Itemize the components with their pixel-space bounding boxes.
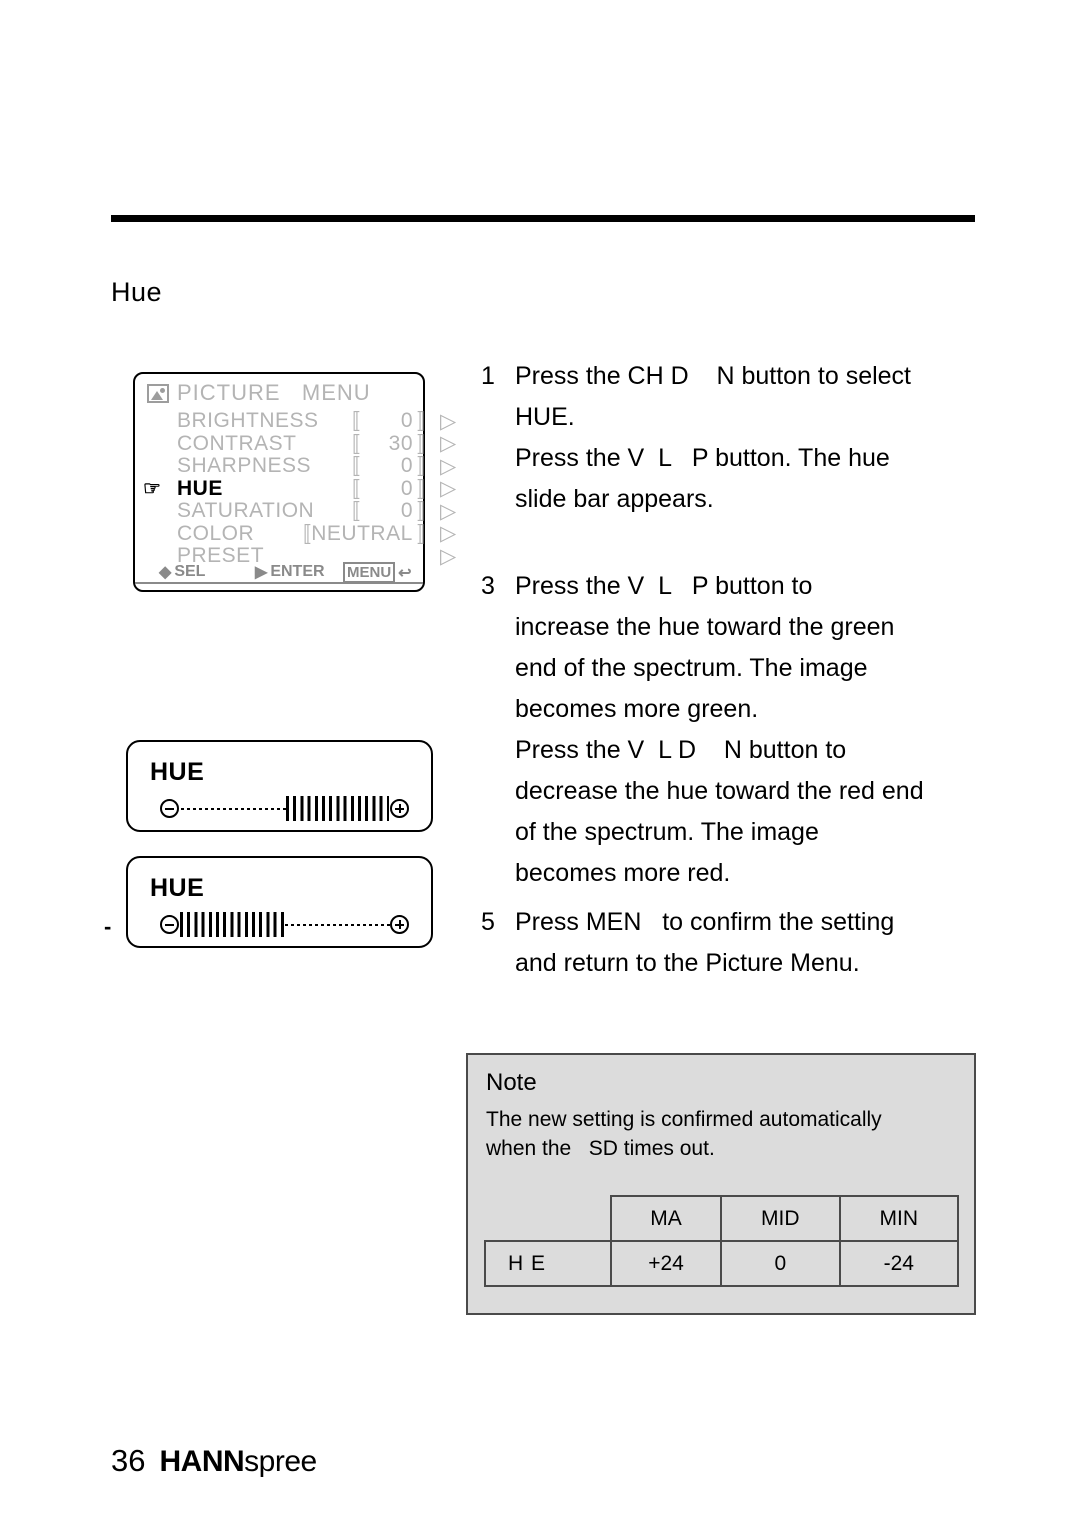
- osd-label: SHARPNESS: [177, 454, 312, 478]
- table-cell-min: -24: [838, 1240, 960, 1287]
- hue-slider-track-row[interactable]: [128, 912, 431, 940]
- picture-menu-icon: [147, 383, 169, 403]
- chevron-right-icon: ▷: [440, 499, 457, 523]
- table-corner-cell: [485, 1196, 611, 1241]
- minus-circle-icon[interactable]: [160, 915, 179, 934]
- step-number: 1: [481, 362, 495, 390]
- step-number: 3: [481, 572, 495, 600]
- table-cell-mid: 0: [720, 1240, 841, 1287]
- slider-empty-segment: [181, 808, 286, 810]
- note-title: Note: [486, 1069, 537, 1096]
- brand-bold: HANN: [159, 1445, 245, 1478]
- diamond-updown-icon: ◆: [159, 564, 172, 581]
- osd-footer-sel[interactable]: ◆ SEL: [159, 562, 205, 582]
- step-5: 5 Press MEN to confirm the setting and r…: [481, 902, 981, 984]
- table-header-row: MA MID MIN: [485, 1195, 960, 1242]
- osd-row-sharpness[interactable]: SHARPNESS 〚 0 〛 ▷: [135, 454, 456, 479]
- osd-footer-menu[interactable]: MENU ↩: [343, 562, 412, 583]
- table-row-label: H E: [484, 1240, 612, 1287]
- brand-logo: HANNspree: [159, 1445, 317, 1479]
- step-number: 5: [481, 908, 495, 936]
- return-arrow-icon: ↩: [398, 564, 412, 582]
- hue-slidebar-label: HUE: [150, 758, 205, 786]
- osd-label: CONTRAST: [177, 431, 297, 455]
- hue-slidebar-max: HUE: [126, 740, 433, 832]
- osd-footer-sel-label: SEL: [174, 563, 206, 580]
- osd-row-brightness[interactable]: BRIGHTNESS 〚 0 〛 ▷: [135, 409, 456, 434]
- step-3: 3 Press the V L P button to increase the…: [481, 566, 981, 894]
- hue-slider-track-row[interactable]: [128, 796, 431, 824]
- table-row: H E +24 0 -24: [484, 1240, 960, 1287]
- osd-picture-menu: PICTURE MENU BRIGHTNESS 〚 0 〛 ▷ CONTRAST…: [133, 372, 456, 592]
- osd-footer-enter[interactable]: ▶ ENTER: [255, 562, 325, 582]
- osd-footer: ◆ SEL ▶ ENTER MENU ↩: [135, 562, 423, 584]
- play-right-icon: ▶: [255, 564, 268, 581]
- osd-title: PICTURE MENU: [177, 380, 371, 405]
- osd-title-row: PICTURE MENU: [147, 380, 371, 406]
- header-rule: [111, 215, 975, 222]
- hue-slidebar-min: - HUE: [104, 856, 433, 948]
- step-1: 1 Press the CH D N button to select HUE.…: [481, 356, 981, 520]
- osd-footer-enter-label: ENTER: [270, 563, 325, 580]
- chevron-right-icon: ▷: [440, 477, 457, 501]
- step-text: Press the CH D N button to select HUE. P…: [515, 362, 911, 513]
- page-title: Hue: [111, 277, 163, 307]
- osd-label: HUE: [177, 476, 223, 500]
- page-number: 36: [111, 1443, 146, 1478]
- step-text: Press the V L P button to increase the h…: [515, 572, 924, 887]
- osd-row-color[interactable]: COLOR 〚 NEUTRAL 〛 ▷: [135, 521, 456, 547]
- plus-circle-icon[interactable]: [390, 799, 409, 818]
- osd-label: BRIGHTNESS: [177, 409, 319, 433]
- osd-row-list: BRIGHTNESS 〚 0 〛 ▷ CONTRAST 〚 30 〛 ▷ SHA…: [135, 409, 456, 568]
- chevron-right-icon: ▷: [440, 522, 457, 546]
- step-gap: [481, 520, 981, 566]
- page-footer: 36 HANNspree: [111, 1443, 317, 1479]
- hue-slidebar-label: HUE: [150, 874, 205, 902]
- pointing-hand-icon: ☞: [143, 477, 162, 500]
- slider-filled-segment: [286, 796, 389, 821]
- table-cell-max: +24: [609, 1240, 723, 1287]
- slider-filled-segment: [180, 912, 285, 937]
- table-header-mid: MID: [720, 1195, 841, 1242]
- menu-chip-label: MENU: [343, 562, 396, 583]
- osd-value: 0: [400, 499, 413, 523]
- chevron-right-icon: ▷: [440, 454, 457, 478]
- table-header-max: MA: [609, 1195, 723, 1242]
- instruction-steps: 1 Press the CH D N button to select HUE.…: [481, 356, 981, 984]
- chevron-right-icon: ▷: [440, 432, 457, 456]
- chevron-right-icon: ▷: [440, 409, 457, 433]
- osd-label: COLOR: [177, 521, 255, 545]
- hue-range-table: MA MID MIN H E +24 0 -24: [484, 1195, 960, 1287]
- osd-row-contrast[interactable]: CONTRAST 〚 30 〛 ▷: [135, 431, 456, 457]
- osd-value: NEUTRAL: [311, 521, 413, 545]
- hue-minus-label: -: [104, 914, 112, 939]
- brand-light: spree: [244, 1445, 317, 1478]
- step-gap: [481, 894, 981, 902]
- note-text: The new setting is confirmed automatical…: [486, 1108, 882, 1160]
- chevron-right-icon: ▷: [440, 544, 457, 568]
- table-header-min: MIN: [838, 1195, 960, 1242]
- minus-circle-icon[interactable]: [160, 799, 179, 818]
- slider-empty-segment: [285, 924, 390, 926]
- step-text: Press MEN to confirm the setting and ret…: [515, 908, 895, 977]
- note-box: Note The new setting is confirmed automa…: [466, 1053, 976, 1315]
- osd-row-saturation[interactable]: SATURATION 〚 0 〛 ▷: [135, 499, 456, 524]
- plus-circle-icon[interactable]: [390, 915, 409, 934]
- osd-row-hue[interactable]: ☞ HUE 〚 0 〛 ▷: [135, 476, 456, 502]
